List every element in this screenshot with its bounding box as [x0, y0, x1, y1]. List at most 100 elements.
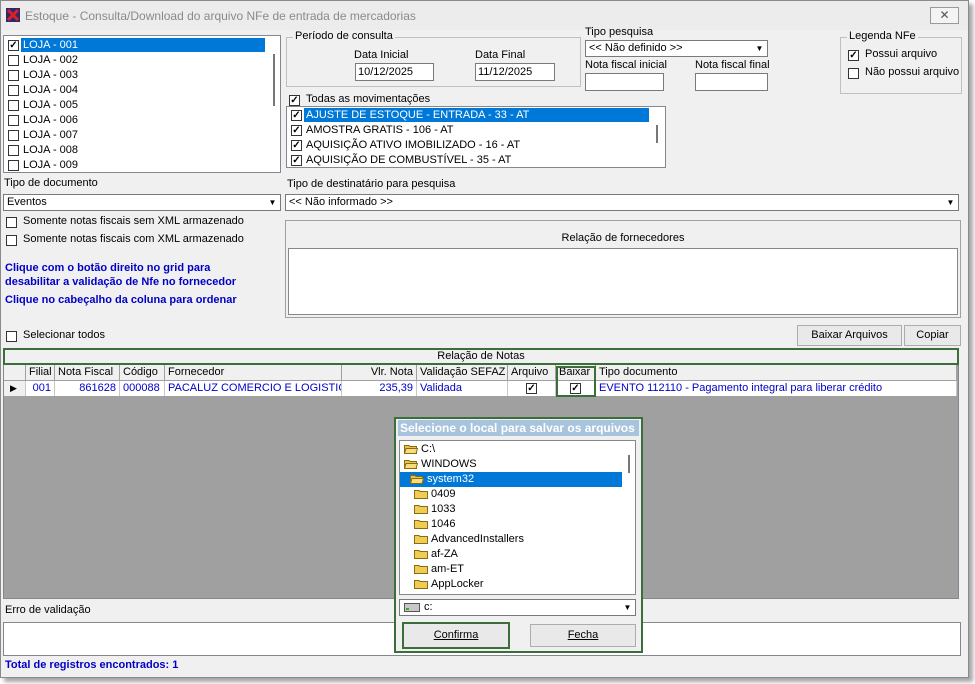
store-label: LOJA - 003: [23, 69, 79, 81]
movement-item[interactable]: ✓ AMOSTRA GRATIS - 106 - AT: [289, 123, 649, 138]
store-checkbox[interactable]: [8, 160, 19, 171]
folder-tree-item[interactable]: system32: [400, 472, 622, 487]
recipient-type-select[interactable]: << Não informado >> ▼: [285, 194, 959, 211]
folder-tree-item[interactable]: WINDOWS: [400, 457, 622, 472]
hint-line-2: desabilitar a validação de Nfe no fornec…: [5, 276, 237, 288]
suppliers-grid[interactable]: [288, 248, 958, 315]
movement-item[interactable]: ✓ AQUISIÇÃO DE COMBUSTÍVEL - 35 - AT: [289, 153, 649, 168]
select-all-checkbox[interactable]: [6, 331, 17, 342]
folder-label: C:\: [421, 443, 436, 455]
column-header-nota-fiscal[interactable]: Nota Fiscal: [55, 365, 120, 381]
store-item[interactable]: LOJA - 003: [6, 68, 264, 83]
store-label: LOJA - 002: [23, 54, 79, 66]
folder-select-dialog: Selecione o local para salvar os arquivo…: [394, 417, 643, 653]
folder-tree-item[interactable]: AppLocker: [400, 577, 622, 592]
column-header-codigo[interactable]: Código: [120, 365, 165, 381]
column-header-validacao[interactable]: Validação SEFAZ: [417, 365, 508, 381]
copy-button[interactable]: Copiar: [904, 325, 961, 346]
doc-type-value: Eventos: [7, 196, 47, 208]
with-xml-checkbox[interactable]: [6, 235, 17, 246]
end-date-input[interactable]: 11/12/2025: [475, 63, 555, 81]
store-item[interactable]: LOJA - 008: [6, 143, 264, 158]
store-item[interactable]: LOJA - 004: [6, 83, 264, 98]
store-checkbox[interactable]: [8, 115, 19, 126]
without-xml-checkbox[interactable]: [6, 217, 17, 228]
store-list-scroll-thumb[interactable]: [273, 54, 275, 106]
movements-list[interactable]: ✓ AJUSTE DE ESTOQUE - ENTRADA - 33 - AT ✓ A…: [286, 106, 666, 168]
invoice-start-input[interactable]: [585, 73, 664, 91]
folder-tree-item[interactable]: 1046: [400, 517, 622, 532]
end-date-label: Data Final: [475, 49, 526, 61]
store-item[interactable]: LOJA - 005: [6, 98, 264, 113]
folder-tree-item[interactable]: AdvancedInstallers: [400, 532, 622, 547]
cell-codigo: 000088: [120, 381, 165, 396]
row-indicator-header: [4, 365, 26, 381]
store-item[interactable]: LOJA - 006: [6, 113, 264, 128]
store-checkbox[interactable]: [8, 70, 19, 81]
movement-checkbox[interactable]: ✓: [291, 110, 302, 121]
store-list[interactable]: ✓ LOJA - 001 LOJA - 002 LOJA - 003 LOJA - 00…: [3, 35, 281, 173]
column-header-filial[interactable]: Filial: [26, 365, 55, 381]
store-item[interactable]: ✓ LOJA - 001: [6, 38, 265, 53]
folder-open-icon: [410, 475, 424, 484]
search-type-select[interactable]: << Não definido >> ▼: [585, 40, 768, 57]
cell-tipo: EVENTO 112110 - Pagamento integral para …: [596, 381, 957, 396]
movement-checkbox[interactable]: ✓: [291, 155, 302, 166]
with-xml-label: Somente notas fiscais com XML armazenado: [23, 233, 244, 245]
folder-tree-item[interactable]: am-ET: [400, 562, 622, 577]
chevron-down-icon[interactable]: ▼: [621, 601, 634, 614]
folder-tree-scroll-thumb[interactable]: [628, 455, 630, 473]
chevron-down-icon[interactable]: ▼: [266, 196, 279, 209]
column-header-fornecedor[interactable]: Fornecedor: [165, 365, 342, 381]
movement-item[interactable]: ✓ AJUSTE DE ESTOQUE - ENTRADA - 33 - AT: [289, 108, 649, 123]
cell-arquivo[interactable]: ✓: [508, 381, 556, 396]
arquivo-checkbox[interactable]: ✓: [526, 383, 537, 394]
column-header-arquivo[interactable]: Arquivo: [508, 365, 556, 381]
movement-item[interactable]: ✓ AQUISIÇÃO ATIVO IMOBILIZADO - 16 - AT: [289, 138, 649, 153]
folder-tree[interactable]: C:\ WINDOWS system32 0409 1033 1046 AdvancedIn…: [399, 440, 636, 595]
all-movements-checkbox[interactable]: ✓: [289, 95, 300, 106]
cell-fornecedor[interactable]: PACALUZ COMERCIO E LOGISTIC: [165, 381, 342, 396]
recipient-type-value: << Não informado >>: [289, 196, 393, 208]
folder-tree-item[interactable]: 0409: [400, 487, 622, 502]
folder-icon: [414, 550, 428, 559]
store-checkbox[interactable]: [8, 55, 19, 66]
window-title: Estoque - Consulta/Download do arquivo N…: [25, 9, 416, 23]
store-label: LOJA - 009: [23, 159, 79, 171]
all-movements-label: Todas as movimentações: [306, 93, 431, 105]
store-checkbox[interactable]: [8, 130, 19, 141]
column-header-tipo[interactable]: Tipo documento: [596, 365, 957, 381]
store-item[interactable]: LOJA - 002: [6, 53, 264, 68]
close-button[interactable]: ✕: [930, 7, 959, 24]
invoice-end-input[interactable]: [695, 73, 768, 91]
column-header-valor[interactable]: Vlr. Nota: [342, 365, 417, 381]
movement-checkbox[interactable]: ✓: [291, 125, 302, 136]
start-date-input[interactable]: 10/12/2025: [355, 63, 434, 81]
folder-tree-item[interactable]: af-ZA: [400, 547, 622, 562]
chevron-down-icon[interactable]: ▼: [753, 42, 766, 55]
doc-type-select[interactable]: Eventos ▼: [3, 194, 281, 211]
store-label: LOJA - 005: [23, 99, 79, 111]
download-files-button[interactable]: Baixar Arquivos: [797, 325, 902, 346]
folder-tree-item[interactable]: C:\: [400, 442, 622, 457]
store-checkbox[interactable]: [8, 100, 19, 111]
legend-has-file-label: Possui arquivo: [865, 48, 938, 60]
hint-line-1: Clique com o botão direito no grid para: [5, 262, 211, 274]
suppliers-header: Relação de fornecedores: [561, 232, 685, 244]
store-checkbox[interactable]: [8, 145, 19, 156]
store-checkbox[interactable]: [8, 85, 19, 96]
chevron-down-icon[interactable]: ▼: [944, 196, 957, 209]
store-item[interactable]: LOJA - 007: [6, 128, 264, 143]
close-dialog-button[interactable]: Fecha: [530, 624, 636, 647]
store-label: LOJA - 007: [23, 129, 79, 141]
movement-checkbox[interactable]: ✓: [291, 140, 302, 151]
hint-line-3: Clique no cabeçalho da coluna para orden…: [5, 294, 237, 306]
folder-tree-item[interactable]: 1033: [400, 502, 622, 517]
confirm-button[interactable]: Confirma: [402, 622, 510, 649]
folder-icon: [414, 505, 428, 514]
search-type-value: << Não definido >>: [589, 42, 683, 54]
store-checkbox[interactable]: ✓: [8, 40, 19, 51]
drive-select[interactable]: c: ▼: [399, 599, 636, 616]
movements-scroll-thumb[interactable]: [656, 125, 658, 143]
store-item[interactable]: LOJA - 009: [6, 158, 264, 173]
